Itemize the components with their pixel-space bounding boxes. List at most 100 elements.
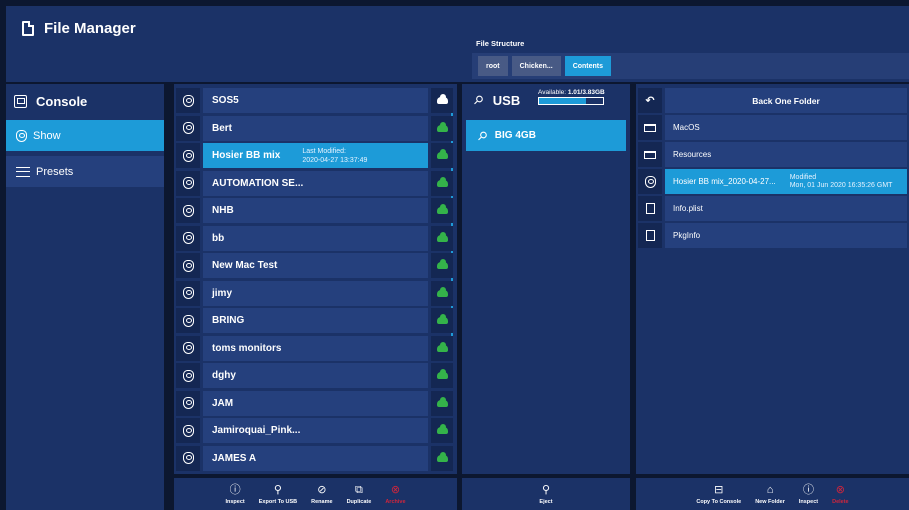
cloud-icon — [436, 314, 448, 324]
show-icon-cell — [176, 253, 200, 278]
file-row[interactable]: Resources — [638, 142, 907, 167]
cloud-sync-button[interactable] — [431, 198, 453, 223]
cloud-icon — [436, 259, 448, 269]
show-name: bb — [212, 232, 225, 244]
eject-button[interactable]: ⚲ Eject — [539, 484, 552, 505]
copy-to-console-button[interactable]: ⊟ Copy To Console — [696, 484, 741, 505]
sidebar-item-show[interactable]: Show — [6, 120, 164, 151]
show-name-cell[interactable]: bb — [203, 225, 428, 251]
file-icon — [645, 203, 655, 214]
cloud-sync-button[interactable] — [431, 280, 453, 306]
show-name-cell[interactable]: jimy — [203, 280, 428, 306]
show-icon — [182, 204, 194, 217]
eject-icon: ⚲ — [541, 483, 551, 496]
show-icon-cell — [176, 88, 200, 113]
cloud-sync-button[interactable] — [431, 143, 453, 168]
show-icon — [182, 177, 194, 189]
header-bar: File Manager File Structure root Chicken.… — [6, 6, 909, 82]
inspect-button[interactable]: ⓘ Inspect — [225, 484, 244, 505]
rename-button[interactable]: ⊘ Rename — [311, 484, 332, 505]
cloud-sync-button[interactable] — [431, 363, 453, 388]
show-name-cell[interactable]: New Mac Test — [203, 253, 428, 278]
new-folder-button[interactable]: ⌂ New Folder — [755, 484, 785, 505]
button-label: Rename — [311, 498, 333, 505]
show-row[interactable]: NHB — [176, 198, 453, 223]
cloud-sync-button[interactable] — [431, 445, 453, 471]
show-name-cell[interactable]: Jamiroquai_Pink... — [203, 418, 428, 443]
show-icon — [182, 424, 194, 437]
file-icon-cell — [638, 142, 662, 167]
show-row[interactable]: jimy — [176, 280, 453, 306]
cloud-sync-button[interactable] — [431, 225, 453, 251]
file-name: MacOS — [673, 123, 700, 132]
cloud-sync-button[interactable] — [431, 253, 453, 278]
show-row[interactable]: toms monitors — [176, 335, 453, 361]
show-name-cell[interactable]: toms monitors — [203, 335, 428, 361]
cloud-sync-button[interactable] — [431, 88, 453, 113]
show-name-cell[interactable]: dghy — [203, 363, 428, 388]
usb-available-value: 1.01/3.83GB — [567, 89, 605, 96]
cloud-icon — [436, 286, 448, 297]
delete-button[interactable]: ⊗ Delete — [832, 484, 849, 505]
back-one-folder-row[interactable]: ↶ Back One Folder — [638, 88, 907, 113]
sidebar-item-presets[interactable]: Presets — [6, 156, 164, 187]
file-name-cell[interactable]: PkgInfo — [665, 223, 907, 248]
show-row[interactable]: Jamiroquai_Pink... — [176, 418, 453, 443]
usb-device-item[interactable]: ⚲ BIG 4GB — [466, 120, 626, 151]
export-to-usb-button[interactable]: ⚲ Export To USB — [259, 484, 297, 505]
show-row[interactable]: bb — [176, 225, 453, 251]
show-name: Hosier BB mix — [212, 150, 281, 161]
cloud-sync-button[interactable] — [431, 335, 453, 361]
archive-button[interactable]: ⊗ Archive — [385, 484, 405, 505]
show-name-cell[interactable]: SOS5 — [203, 88, 428, 113]
show-name-cell[interactable]: AUTOMATION SE... — [203, 170, 428, 196]
show-row[interactable]: Hosier BB mix Last Modified: 2020-04-27 13… — [176, 143, 453, 168]
file-row[interactable]: PkgInfo — [638, 223, 907, 248]
show-row[interactable]: Bert — [176, 115, 453, 141]
crumb-item[interactable]: root — [478, 56, 508, 76]
show-row[interactable]: SOS5 — [176, 88, 453, 113]
show-row[interactable]: JAM — [176, 390, 453, 416]
crumb-item[interactable]: Contents — [564, 56, 612, 76]
file-name: Resources — [673, 150, 712, 159]
show-name-cell[interactable]: JAMES A — [203, 445, 428, 471]
file-name-cell[interactable]: Info.plist — [665, 196, 907, 221]
cloud-sync-button[interactable] — [431, 170, 453, 196]
file-name-cell[interactable]: Hosier BB mix_2020-04-27... Modified Mon, … — [665, 169, 907, 194]
file-row[interactable]: Info.plist — [638, 196, 907, 221]
show-list-panel[interactable]: SOS5 Bert Hosier BB mix Last Modified: 2020-… — [174, 84, 457, 474]
file-row[interactable]: Hosier BB mix_2020-04-27... Modified Mon, … — [638, 169, 907, 194]
show-icon-cell — [176, 445, 200, 471]
cloud-sync-button[interactable] — [431, 115, 453, 141]
show-name-cell[interactable]: BRING — [203, 308, 428, 333]
cloud-sync-button[interactable] — [431, 390, 453, 416]
show-row[interactable]: BRING — [176, 308, 453, 333]
show-row[interactable]: dghy — [176, 363, 453, 388]
file-name-cell[interactable]: Resources — [665, 142, 907, 167]
show-name-cell[interactable]: JAM — [203, 390, 428, 416]
show-name-cell[interactable]: Hosier BB mix Last Modified: 2020-04-27 13… — [203, 143, 428, 168]
cloud-sync-button[interactable] — [431, 418, 453, 443]
info-icon: ⓘ — [802, 483, 814, 496]
show-name-cell[interactable]: NHB — [203, 198, 428, 223]
file-manager-window: File Manager File Structure root Chicken.… — [0, 0, 909, 510]
copy-to-console-icon: ⊟ — [714, 483, 724, 496]
back-one-folder-button[interactable]: Back One Folder — [665, 88, 907, 113]
back-icon-cell: ↶ — [638, 88, 662, 113]
crumb-item[interactable]: Chicken... — [511, 56, 561, 76]
button-label: Copy To Console — [696, 498, 742, 505]
file-name-cell[interactable]: MacOS — [665, 115, 907, 140]
show-name: jimy — [212, 287, 233, 299]
show-row[interactable]: New Mac Test — [176, 253, 453, 278]
inspect-button[interactable]: ⓘ Inspect — [799, 484, 818, 505]
show-name-cell[interactable]: Bert — [203, 115, 428, 141]
cloud-sync-button[interactable] — [431, 308, 453, 333]
duplicate-button[interactable]: ⧉ Duplicate — [347, 484, 372, 505]
cloud-icon — [436, 176, 448, 187]
show-row[interactable]: JAMES A — [176, 445, 453, 471]
file-row[interactable]: MacOS — [638, 115, 907, 140]
show-row[interactable]: AUTOMATION SE... — [176, 170, 453, 196]
console-heading: Console — [14, 94, 87, 109]
show-name: NHB — [212, 205, 234, 216]
file-modified-label: Modified — [789, 173, 817, 181]
